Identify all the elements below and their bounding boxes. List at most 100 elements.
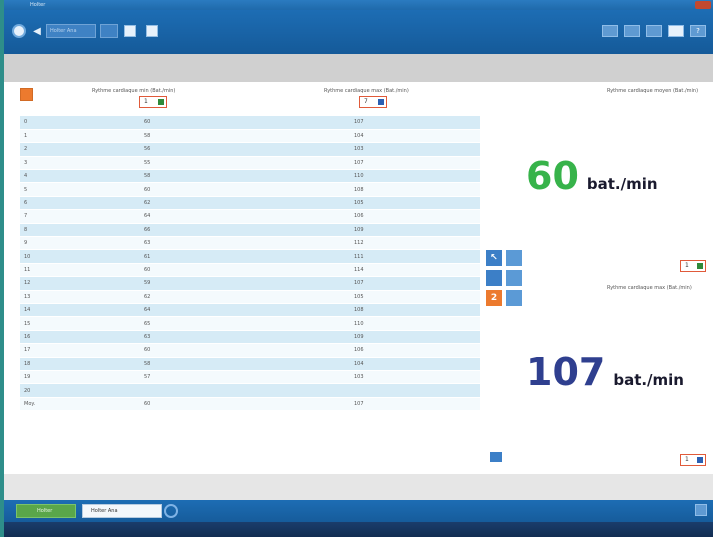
module-button[interactable]: Holter [16, 504, 76, 518]
min-rate-cell: 60 [140, 182, 350, 197]
min-rate-cell: 61 [140, 249, 350, 264]
table-row[interactable]: 3 55 107 [20, 156, 480, 171]
export-button[interactable] [20, 88, 33, 101]
min-rate-cell: 59 [140, 276, 350, 291]
table-row[interactable]: 0 60 107 [20, 116, 480, 130]
table-row[interactable]: Moy. 60 107 [20, 397, 480, 412]
max-rate-cell: 108 [350, 303, 480, 318]
min-rate-cell: 62 [140, 290, 350, 304]
table-row[interactable]: 15 65 110 [20, 316, 480, 331]
document-icon[interactable] [124, 25, 136, 37]
grid-icon[interactable] [646, 25, 662, 37]
title-bar: Holter [4, 0, 713, 10]
collapse-icon[interactable] [624, 25, 640, 37]
avg-rate-unit: bat./min [586, 175, 658, 193]
status-strip [4, 474, 713, 500]
number-button[interactable]: 2 [486, 290, 502, 306]
app-window: Holter ◀ Holter Ana ? Rythme cardiaque m… [4, 0, 713, 537]
avg-rate-select[interactable]: 1 [680, 260, 706, 272]
min-rate-select[interactable]: 1 [139, 96, 167, 108]
table-row[interactable]: 9 63 112 [20, 236, 480, 251]
scroll-down-button[interactable] [490, 452, 502, 462]
os-taskbar [4, 522, 713, 537]
table-row[interactable]: 16 63 109 [20, 330, 480, 345]
hour-cell: 15 [20, 316, 140, 331]
min-rate-cell: 55 [140, 156, 350, 171]
max-rate-unit: bat./min [613, 371, 684, 389]
fullscreen-icon[interactable] [695, 504, 707, 516]
table-row[interactable]: 6 62 105 [20, 196, 480, 211]
side-option-button[interactable] [506, 250, 522, 266]
max-rate-cell: 107 [350, 116, 480, 130]
max-rate-cell: 110 [350, 316, 480, 331]
close-window-button[interactable] [695, 1, 711, 9]
hour-cell: 9 [20, 236, 140, 251]
chevron-down-icon [697, 263, 703, 269]
table-row[interactable]: 5 60 108 [20, 182, 480, 197]
table-row[interactable]: 12 59 107 [20, 276, 480, 291]
hour-cell: 4 [20, 169, 140, 184]
min-rate-cell: 63 [140, 236, 350, 251]
max-rate-value: 107 [526, 350, 606, 394]
chevron-down-icon [378, 99, 384, 105]
avg-rate-label: Rythme cardiaque moyen (Bat./min) [607, 88, 699, 94]
max-rate-cell: 111 [350, 249, 480, 264]
side-option-button[interactable] [506, 270, 522, 286]
table-row[interactable]: 8 66 109 [20, 223, 480, 238]
min-rate-cell [140, 383, 350, 398]
max-rate-cell: 104 [350, 129, 480, 144]
table-row[interactable]: 10 61 111 [20, 249, 480, 264]
max-rate-right-select-value: 1 [685, 456, 689, 463]
table-row[interactable]: 17 60 106 [20, 343, 480, 358]
hour-cell: 2 [20, 142, 140, 157]
min-rate-cell: 60 [140, 263, 350, 278]
hour-cell: 0 [20, 116, 140, 130]
table-row[interactable]: 19 57 103 [20, 370, 480, 385]
table-row[interactable]: 1 58 104 [20, 129, 480, 144]
bottom-bar: Holter Holter Ana [4, 500, 713, 522]
analysis-tab[interactable]: Holter Ana [82, 504, 162, 518]
min-rate-cell: 58 [140, 357, 350, 371]
home-button[interactable] [12, 24, 26, 38]
cursor-icon[interactable]: ↖ [486, 250, 502, 266]
sub-toolbar [4, 54, 713, 82]
max-rate-select[interactable]: 7 [359, 96, 387, 108]
expand-icon[interactable] [602, 25, 618, 37]
main-content: Rythme cardiaque min (Bat./min) Rythme c… [4, 82, 713, 474]
max-rate-cell: 109 [350, 223, 480, 238]
table-row[interactable]: 11 60 114 [20, 263, 480, 278]
back-arrow-icon[interactable]: ◀ [32, 25, 42, 37]
hour-cell: 17 [20, 343, 140, 358]
max-rate-cell: 114 [350, 263, 480, 278]
table-row[interactable]: 18 58 104 [20, 357, 480, 371]
refresh-icon[interactable] [164, 504, 178, 518]
table-row[interactable]: 4 58 110 [20, 169, 480, 184]
table-row[interactable]: 20 [20, 383, 480, 398]
hour-cell: 3 [20, 156, 140, 171]
min-rate-cell: 63 [140, 330, 350, 345]
record-name-field[interactable]: Holter Ana [46, 24, 96, 38]
table-row[interactable]: 7 64 106 [20, 209, 480, 224]
help-icon[interactable]: ? [690, 25, 706, 37]
max-rate-cell: 107 [350, 397, 480, 412]
list-icon[interactable] [486, 270, 502, 286]
min-rate-cell: 60 [140, 397, 350, 412]
side-option-button[interactable] [506, 290, 522, 306]
max-rate-cell: 103 [350, 142, 480, 157]
min-rate-header: Rythme cardiaque min (Bat./min) [92, 88, 176, 94]
monitor-icon[interactable] [668, 25, 684, 37]
save-icon[interactable] [146, 25, 158, 37]
hour-cell: 11 [20, 263, 140, 278]
max-rate-cell: 106 [350, 209, 480, 224]
min-rate-cell: 57 [140, 370, 350, 385]
hour-cell: 10 [20, 249, 140, 264]
record-dropdown[interactable] [100, 24, 118, 38]
max-rate-right-select[interactable]: 1 [680, 454, 706, 466]
max-rate-cell: 106 [350, 343, 480, 358]
hour-cell: 20 [20, 383, 140, 398]
table-row[interactable]: 2 56 103 [20, 142, 480, 157]
table-row[interactable]: 14 64 108 [20, 303, 480, 318]
max-rate-cell: 107 [350, 156, 480, 171]
avg-rate-select-value: 1 [685, 262, 689, 269]
table-row[interactable]: 13 62 105 [20, 290, 480, 304]
